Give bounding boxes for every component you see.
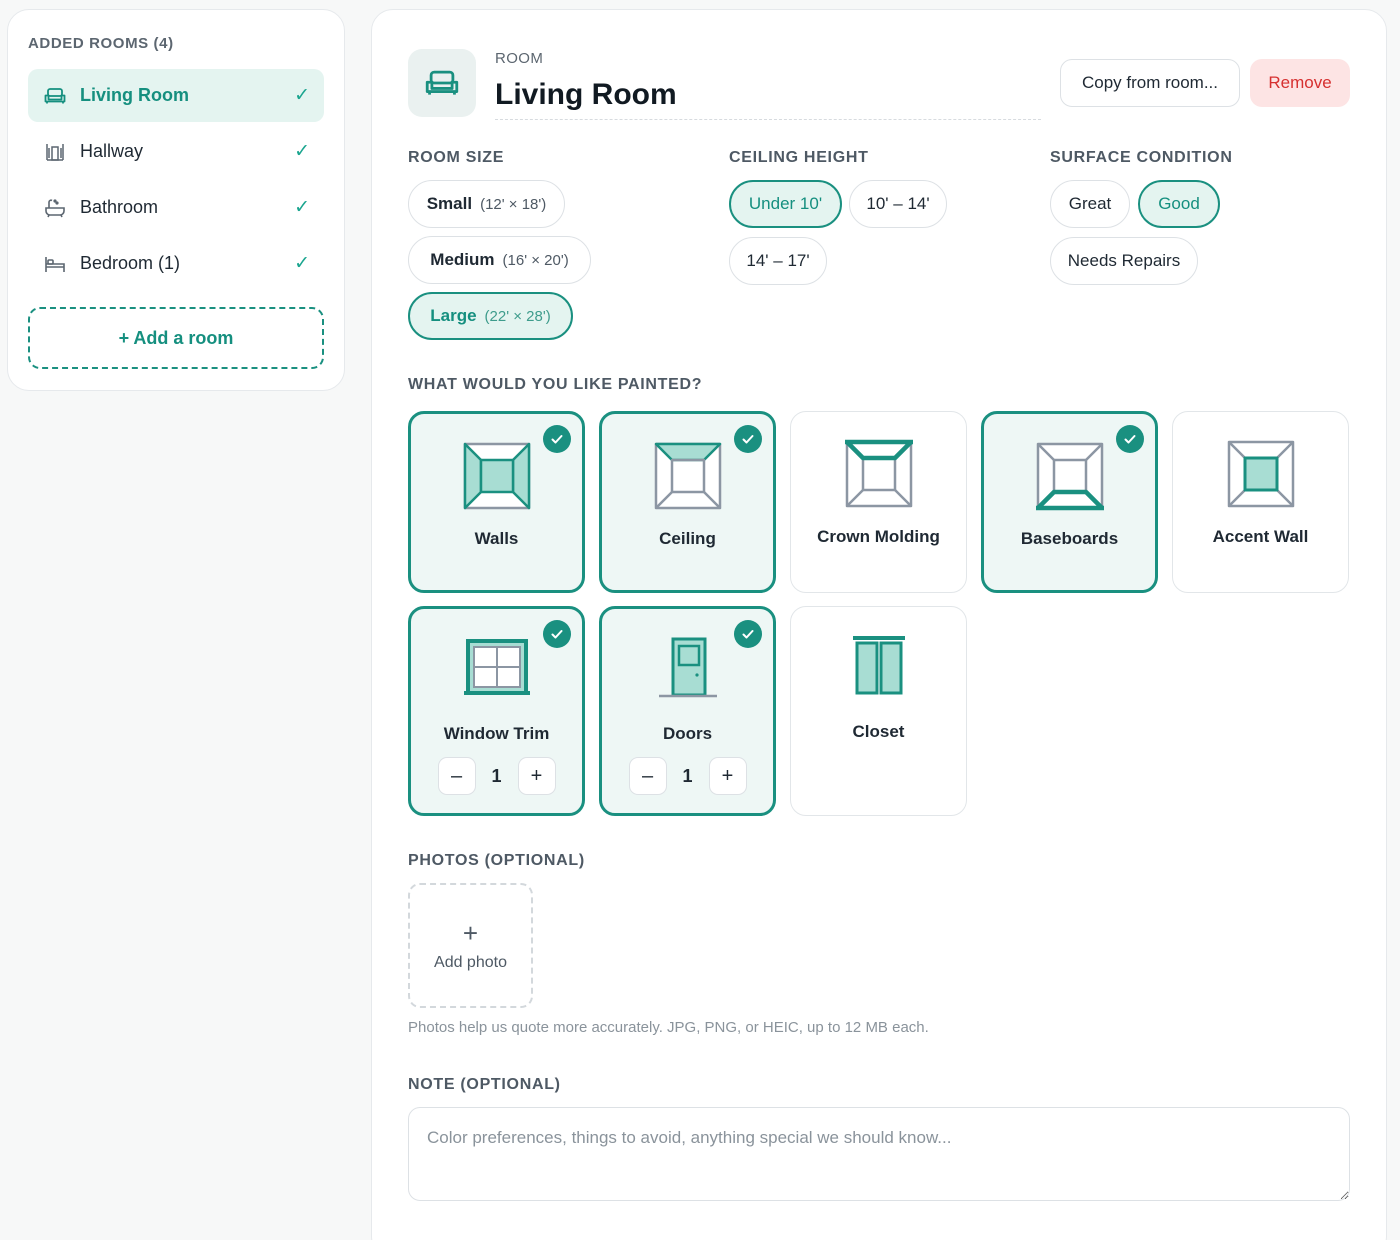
photos-label: PHOTOS (OPTIONAL) xyxy=(408,852,585,869)
pill-dims: (22' × 28') xyxy=(484,307,551,325)
tile-doors[interactable]: Doors – 1 + xyxy=(599,606,776,816)
check-icon: ✓ xyxy=(294,197,310,218)
surface-needs-repairs[interactable]: Needs Repairs xyxy=(1050,237,1198,285)
baseboards-icon xyxy=(1034,440,1106,517)
rooms-sidebar: ADDED ROOMS (4) Living Room ✓ Hallway ✓ … xyxy=(7,9,345,391)
surface-good[interactable]: Good xyxy=(1138,180,1220,228)
pill-name: Large xyxy=(430,306,477,325)
sidebar-item-label: Living Room xyxy=(80,85,189,105)
room-editor-panel: ROOM Living Room Copy from room... Remov… xyxy=(371,9,1387,1240)
tile-walls[interactable]: Walls xyxy=(408,411,585,593)
add-photo-button[interactable]: + Add photo xyxy=(408,883,533,1008)
sidebar-item-bathroom[interactable]: Bathroom ✓ xyxy=(28,181,324,234)
plus-icon: + xyxy=(462,917,479,948)
increment-button[interactable]: + xyxy=(517,757,556,795)
tile-crown-molding[interactable]: Crown Molding xyxy=(790,411,967,593)
tile-accent-wall[interactable]: Accent Wall xyxy=(1172,411,1349,593)
accent-wall-icon xyxy=(1225,438,1297,515)
ceiling-under-10[interactable]: Under 10' xyxy=(729,180,842,228)
ceiling-14-17[interactable]: 14' – 17' xyxy=(729,237,827,285)
tile-label: Closet xyxy=(852,722,905,741)
pill-name: Small xyxy=(426,194,473,213)
room-kicker: ROOM xyxy=(495,50,544,67)
door-icon xyxy=(652,635,724,706)
decrement-button[interactable]: – xyxy=(628,757,667,795)
sofa-icon xyxy=(44,85,66,107)
hallway-icon xyxy=(44,141,66,163)
sidebar-item-label: Bathroom xyxy=(80,197,159,217)
crown-molding-icon xyxy=(843,438,915,515)
tile-ceiling[interactable]: Ceiling xyxy=(599,411,776,593)
bathtub-icon xyxy=(44,197,66,219)
note-label: NOTE (OPTIONAL) xyxy=(408,1076,561,1093)
checkmark-icon xyxy=(1116,425,1144,453)
remove-room-button[interactable]: Remove xyxy=(1250,59,1350,107)
increment-button[interactable]: + xyxy=(708,757,747,795)
check-icon: ✓ xyxy=(294,253,310,274)
room-size-small[interactable]: Small (12' × 18') xyxy=(408,180,565,228)
sidebar-title: ADDED ROOMS (4) xyxy=(28,35,174,52)
pill-name: Medium xyxy=(430,250,495,269)
check-icon: ✓ xyxy=(294,141,310,162)
tile-label: Walls xyxy=(474,529,519,548)
tile-label: Doors xyxy=(662,724,713,743)
doors-stepper: – 1 + xyxy=(602,757,773,795)
checkmark-icon xyxy=(543,620,571,648)
window-trim-stepper: – 1 + xyxy=(411,757,582,795)
ceiling-height-label: CEILING HEIGHT xyxy=(729,149,869,166)
decrement-button[interactable]: – xyxy=(437,757,476,795)
ceiling-10-14[interactable]: 10' – 14' xyxy=(849,180,947,228)
sidebar-item-bedroom[interactable]: Bedroom (1) ✓ xyxy=(28,237,324,290)
checkmark-icon xyxy=(543,425,571,453)
title-underline xyxy=(495,119,1041,120)
tile-baseboards[interactable]: Baseboards xyxy=(981,411,1158,593)
room-size-label: ROOM SIZE xyxy=(408,149,505,166)
tile-label: Window Trim xyxy=(443,724,550,743)
sidebar-item-label: Bedroom (1) xyxy=(80,253,181,273)
surface-great[interactable]: Great xyxy=(1050,180,1130,228)
stepper-value: 1 xyxy=(682,765,693,786)
room-list: Living Room ✓ Hallway ✓ Bathroom ✓ Bedro… xyxy=(28,69,324,290)
sidebar-item-hallway[interactable]: Hallway ✓ xyxy=(28,125,324,178)
tile-label: Accent Wall xyxy=(1212,527,1309,546)
sidebar-item-label: Hallway xyxy=(80,141,144,161)
add-photo-label: Add photo xyxy=(434,953,507,971)
room-size-large[interactable]: Large (22' × 28') xyxy=(408,292,573,340)
checkmark-icon xyxy=(734,620,762,648)
surface-condition-label: SURFACE CONDITION xyxy=(1050,149,1233,166)
tile-label: Ceiling xyxy=(659,529,716,548)
walls-icon xyxy=(461,440,533,517)
checkmark-icon xyxy=(734,425,762,453)
copy-from-room-button[interactable]: Copy from room... xyxy=(1060,59,1240,107)
photo-help-text: Photos help us quote more accurately. JP… xyxy=(408,1019,929,1036)
sidebar-item-living-room[interactable]: Living Room ✓ xyxy=(28,69,324,122)
add-room-button[interactable]: + Add a room xyxy=(28,307,324,369)
painted-label: WHAT WOULD YOU LIKE PAINTED? xyxy=(408,376,703,393)
closet-icon xyxy=(843,633,915,704)
tile-window-trim[interactable]: Window Trim – 1 + xyxy=(408,606,585,816)
tile-closet[interactable]: Closet xyxy=(790,606,967,816)
pill-dims: (16' × 20') xyxy=(502,251,569,269)
tile-label: Baseboards xyxy=(1020,529,1119,548)
tile-label: Crown Molding xyxy=(817,527,940,546)
check-icon: ✓ xyxy=(294,85,310,106)
pill-dims: (12' × 18') xyxy=(480,195,547,213)
stepper-value: 1 xyxy=(491,765,502,786)
room-type-icon xyxy=(408,49,476,117)
ceiling-icon xyxy=(652,440,724,517)
bed-icon xyxy=(44,253,66,275)
room-size-medium[interactable]: Medium (16' × 20') xyxy=(408,236,591,284)
note-textarea[interactable] xyxy=(408,1107,1350,1201)
room-title[interactable]: Living Room xyxy=(495,78,677,112)
window-icon xyxy=(461,635,533,704)
